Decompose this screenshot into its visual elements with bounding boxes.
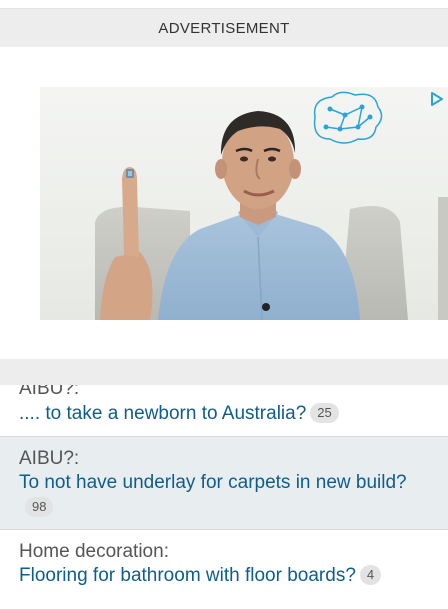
ad-area[interactable] — [0, 47, 448, 359]
thread-list-item[interactable]: AIBU?: .... to take a newborn to Austral… — [0, 385, 448, 437]
thread-category: AIBU?: — [19, 448, 80, 469]
ad-photo — [95, 91, 448, 320]
thread-title[interactable]: To not have underlay for carpets in new … — [19, 472, 407, 493]
thread-list-item[interactable]: Home decoration: Flooring for bathroom w… — [0, 530, 448, 610]
reply-count-badge: 4 — [359, 565, 382, 585]
ad-header: ADVERTISEMENT — [0, 8, 448, 48]
thread-list: AIBU?: .... to take a newborn to Austral… — [0, 385, 448, 610]
advertisement-label: ADVERTISEMENT — [158, 20, 290, 37]
ad-image[interactable] — [40, 87, 448, 320]
thread-title-link[interactable]: Flooring for bathroom with floor boards?… — [19, 564, 429, 588]
reply-count-badge: 25 — [310, 403, 339, 423]
reply-count-badge: 98 — [25, 497, 54, 517]
thread-list-item[interactable]: AIBU?: To not have underlay for carpets … — [0, 437, 448, 530]
thread-title-link[interactable]: To not have underlay for carpets in new … — [19, 471, 429, 520]
thread-category: Home decoration: — [19, 541, 169, 562]
thread-category: AIBU?: — [19, 385, 80, 399]
thread-title[interactable]: Flooring for bathroom with floor boards? — [19, 565, 356, 586]
adchoices-icon[interactable] — [425, 88, 448, 110]
ad-footer-band — [0, 359, 448, 385]
thread-title-link[interactable]: .... to take a newborn to Australia? 25 — [19, 402, 339, 426]
thread-title[interactable]: .... to take a newborn to Australia? — [19, 403, 306, 424]
